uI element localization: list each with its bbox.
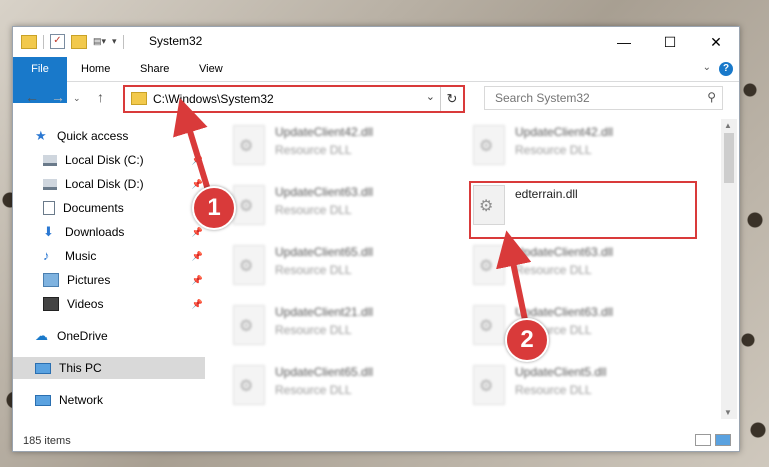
- list-item[interactable]: UpdateClient63.dll Resource DLL: [463, 241, 683, 287]
- step-1-badge: 1: [192, 186, 236, 230]
- pin-icon[interactable]: 📌: [192, 179, 203, 190]
- properties-icon[interactable]: ✓: [50, 34, 65, 49]
- pin-icon[interactable]: 📌: [192, 299, 203, 310]
- music-icon: ♪: [43, 248, 50, 263]
- search-input[interactable]: [493, 90, 697, 106]
- nav-local-disk-d[interactable]: Local Disk (D:) 📌: [43, 173, 205, 195]
- dll-file-icon: [473, 365, 505, 405]
- dll-file-icon: [233, 245, 265, 285]
- nav-local-disk-c[interactable]: Local Disk (C:) 📌: [43, 149, 205, 171]
- list-item[interactable]: UpdateClient63.dll Resource DLL: [463, 301, 683, 347]
- videos-icon: [43, 297, 59, 311]
- address-bar[interactable]: C:\Windows\System32 ⌄ ↻: [123, 85, 465, 113]
- forward-arrow-icon[interactable]: →: [51, 89, 65, 105]
- quick-access-toolbar: ✓ ▤▾ ▾: [21, 34, 124, 49]
- pin-icon[interactable]: 📌: [192, 251, 203, 262]
- tab-share[interactable]: Share: [128, 57, 181, 81]
- pin-icon[interactable]: 📌: [192, 155, 203, 166]
- documents-icon: [43, 201, 55, 215]
- nav-music[interactable]: ♪ Music 📌: [43, 245, 205, 267]
- window-title: System32: [149, 34, 203, 48]
- list-item[interactable]: UpdateClient63.dll Resource DLL: [223, 181, 443, 227]
- back-arrow-icon[interactable]: ←: [25, 89, 39, 105]
- folder-icon[interactable]: [21, 34, 37, 49]
- cloud-icon: ☁: [35, 328, 48, 343]
- dll-file-icon: [233, 305, 265, 345]
- recent-locations-icon[interactable]: ⌄: [73, 93, 81, 104]
- list-item[interactable]: UpdateClient42.dll Resource DLL: [223, 121, 443, 167]
- nav-quick-access[interactable]: ★ Quick access: [35, 125, 205, 147]
- navigation-pane: ★ Quick access Local Disk (C:) 📌 Local D…: [13, 119, 205, 419]
- customize-toolbar-icon[interactable]: ▤▾: [93, 36, 106, 47]
- minimize-button[interactable]: —: [601, 27, 647, 57]
- nav-pictures[interactable]: Pictures 📌: [43, 269, 205, 291]
- view-toggle: [695, 434, 731, 446]
- highlight-edterrain: [469, 181, 697, 239]
- tab-view[interactable]: View: [187, 57, 235, 81]
- pin-icon[interactable]: 📌: [192, 275, 203, 286]
- nav-this-pc[interactable]: This PC: [13, 357, 205, 379]
- vertical-scrollbar[interactable]: ▲ ▼: [721, 119, 737, 419]
- up-arrow-icon[interactable]: ↑: [97, 89, 104, 105]
- scrollbar-thumb[interactable]: [724, 133, 734, 183]
- ribbon-tabs: File Home Share View ⌄ ?: [13, 57, 739, 103]
- divider: [43, 34, 44, 49]
- chevron-down-icon[interactable]: ⌄: [426, 90, 435, 103]
- list-item[interactable]: UpdateClient21.dll Resource DLL: [223, 301, 443, 347]
- dll-file-icon: [233, 185, 265, 225]
- folder-icon: [131, 92, 147, 105]
- pictures-icon: [43, 273, 59, 287]
- download-icon: ⬇: [43, 224, 54, 239]
- address-path[interactable]: C:\Windows\System32: [153, 92, 274, 106]
- scroll-down-icon[interactable]: ▼: [724, 408, 732, 417]
- network-icon: [35, 394, 51, 406]
- dll-file-icon: [473, 305, 505, 345]
- star-icon: ★: [35, 128, 47, 143]
- file-list: UpdateClient42.dll Resource DLL UpdateCl…: [219, 117, 719, 417]
- maximize-button[interactable]: ☐: [647, 27, 693, 57]
- drive-icon: [43, 154, 57, 166]
- nav-onedrive[interactable]: ☁ OneDrive: [35, 325, 205, 347]
- nav-downloads[interactable]: ⬇ Downloads 📌: [43, 221, 205, 243]
- close-button[interactable]: ✕: [693, 27, 739, 57]
- list-item[interactable]: UpdateClient65.dll Resource DLL: [223, 361, 443, 407]
- list-item[interactable]: UpdateClient42.dll Resource DLL: [463, 121, 683, 167]
- title-bar: ✓ ▤▾ ▾ System32 — ☐ ✕: [13, 27, 739, 57]
- divider: [122, 34, 124, 49]
- expand-ribbon-icon[interactable]: ⌄: [703, 62, 711, 73]
- file-explorer-window: ✓ ▤▾ ▾ System32 — ☐ ✕ File Home Share Vi…: [12, 26, 740, 452]
- step-2-badge: 2: [505, 318, 549, 362]
- large-icons-view-icon[interactable]: [715, 434, 731, 446]
- nav-videos[interactable]: Videos 📌: [43, 293, 205, 315]
- dll-file-icon: [233, 125, 265, 165]
- status-item-count: 185 items: [23, 435, 71, 447]
- new-folder-icon[interactable]: [71, 34, 87, 49]
- details-view-icon[interactable]: [695, 434, 711, 446]
- help-icon[interactable]: ?: [719, 62, 733, 76]
- tab-home[interactable]: Home: [69, 57, 122, 81]
- dll-file-icon: [473, 245, 505, 285]
- list-item[interactable]: UpdateClient5.dll Resource DLL: [463, 361, 683, 407]
- search-icon[interactable]: ⚲: [707, 90, 716, 104]
- dll-file-icon: [473, 125, 505, 165]
- search-box[interactable]: ⚲: [484, 86, 723, 110]
- list-item[interactable]: UpdateClient65.dll Resource DLL: [223, 241, 443, 287]
- dll-file-icon: [233, 365, 265, 405]
- drive-icon: [43, 178, 57, 190]
- toolbar-dropdown-icon[interactable]: ▾: [112, 36, 117, 47]
- nav-documents[interactable]: Documents 📌: [43, 197, 205, 219]
- scroll-up-icon[interactable]: ▲: [724, 121, 732, 130]
- nav-network[interactable]: Network: [35, 389, 205, 411]
- computer-icon: [35, 362, 51, 374]
- refresh-icon[interactable]: ↻: [440, 87, 463, 111]
- pin-icon[interactable]: 📌: [192, 227, 203, 238]
